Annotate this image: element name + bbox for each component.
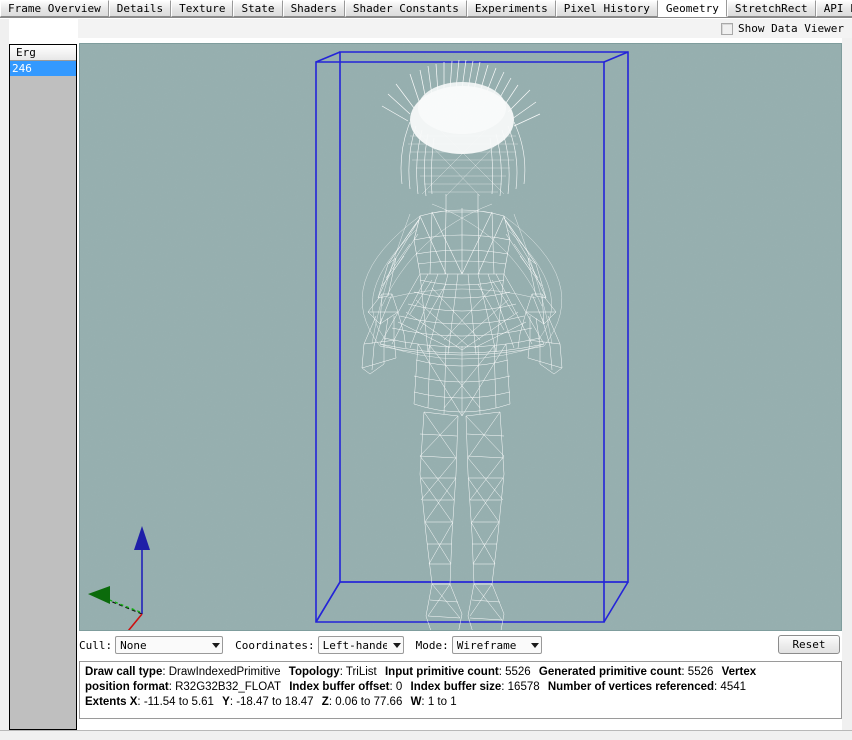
draw-call-list-header[interactable]: Erg xyxy=(10,45,76,61)
info-val-extents-x: -11.54 to 5.61 xyxy=(143,696,214,708)
reset-button[interactable]: Reset xyxy=(778,635,840,654)
geometry-viewport[interactable] xyxy=(79,43,842,631)
info-key-topology: Topology xyxy=(288,666,340,678)
tab-texture[interactable]: Texture xyxy=(171,0,234,17)
show-data-viewer-toggle[interactable]: Show Data Viewer xyxy=(721,22,844,35)
tab-state[interactable]: State xyxy=(233,0,283,17)
info-key-position-format: position format xyxy=(85,681,169,693)
tab-stretchrect[interactable]: StretchRect xyxy=(726,0,816,17)
info-line-extents: Extents X: -11.54 to 5.61 Y: -18.47 to 1… xyxy=(85,696,457,708)
info-key-index-buffer-size: Index buffer size xyxy=(410,681,502,693)
info-val-extents-w: 1 to 1 xyxy=(427,696,457,708)
mode-dropdown[interactable]: Wireframe xyxy=(451,636,542,654)
draw-call-info-panel: Draw call type: DrawIndexedPrimitive Top… xyxy=(79,661,842,719)
info-val-index-buffer-offset: 0 xyxy=(395,681,403,693)
info-val-index-buffer-size: 16578 xyxy=(507,681,540,693)
draw-call-list[interactable]: Erg 246 xyxy=(9,44,77,730)
info-key-input-primitive-count: Input primitive count xyxy=(384,666,499,678)
info-line-2: position format: R32G32B32_FLOAT Index b… xyxy=(85,681,747,693)
info-val-generated-primitive-count: 5526 xyxy=(687,666,714,678)
info-key-vertex: Vertex xyxy=(721,666,757,678)
info-key-extents-z: Z xyxy=(321,696,329,708)
coordinates-dropdown[interactable]: Left-handed xyxy=(317,636,404,654)
coordinates-label: Coordinates: xyxy=(235,638,315,652)
info-val-extents-z: 0.06 to 77.66 xyxy=(335,696,403,708)
tab-experiments[interactable]: Experiments xyxy=(466,0,556,17)
mode-value: Wireframe xyxy=(456,638,517,652)
info-val-input-primitive-count: 5526 xyxy=(505,666,531,678)
info-key-extents: Extents xyxy=(85,696,127,708)
info-line-1: Draw call type: DrawIndexedPrimitive Top… xyxy=(85,666,757,678)
tab-api-log[interactable]: API Log xyxy=(815,0,852,17)
info-key-generated-primitive-count: Generated primitive count xyxy=(538,666,682,678)
show-data-viewer-label: Show Data Viewer xyxy=(738,22,844,35)
tab-details[interactable]: Details xyxy=(108,0,172,17)
info-val-topology: TriList xyxy=(345,666,377,678)
tab-shaders[interactable]: Shaders xyxy=(282,0,345,17)
info-val-vertices-referenced: 4541 xyxy=(720,681,747,693)
cull-label: Cull: xyxy=(79,638,113,652)
window-bottom-edge xyxy=(0,730,852,740)
tab-bar: Frame Overview Details Texture State Sha… xyxy=(0,0,852,18)
coordinates-value: Left-handed xyxy=(322,638,387,652)
viewport-controls: Cull: None Coordinates: Left-handed Mode… xyxy=(79,633,842,657)
info-key-extents-y: Y xyxy=(222,696,230,708)
tab-frame-overview[interactable]: Frame Overview xyxy=(0,0,109,17)
info-key-draw-call-type: Draw call type xyxy=(85,666,163,678)
chevron-down-icon[interactable] xyxy=(212,642,221,648)
window-left-edge xyxy=(0,19,9,730)
tab-pixel-history[interactable]: Pixel History xyxy=(555,0,658,17)
checkbox-icon[interactable] xyxy=(721,22,734,35)
info-val-draw-call-type: DrawIndexedPrimitive xyxy=(168,666,281,678)
chevron-down-icon[interactable] xyxy=(392,642,401,648)
info-key-index-buffer-offset: Index buffer offset xyxy=(289,681,390,693)
geometry-toolbar: Show Data Viewer xyxy=(78,19,852,38)
cull-value: None xyxy=(120,638,147,652)
list-item[interactable]: 246 xyxy=(10,61,76,76)
info-key-vertices-referenced: Number of vertices referenced xyxy=(547,681,715,693)
tab-shader-constants[interactable]: Shader Constants xyxy=(344,0,467,17)
wireframe-render[interactable] xyxy=(80,44,841,630)
cull-dropdown[interactable]: None xyxy=(115,636,224,654)
info-val-extents-y: -18.47 to 18.47 xyxy=(236,696,314,708)
tab-geometry[interactable]: Geometry xyxy=(657,0,727,17)
window-right-edge xyxy=(842,19,852,730)
chevron-down-icon[interactable] xyxy=(530,642,539,648)
info-val-position-format: R32G32B32_FLOAT xyxy=(175,681,281,693)
mode-label: Mode: xyxy=(415,638,449,652)
info-key-extents-w: W xyxy=(410,696,422,708)
